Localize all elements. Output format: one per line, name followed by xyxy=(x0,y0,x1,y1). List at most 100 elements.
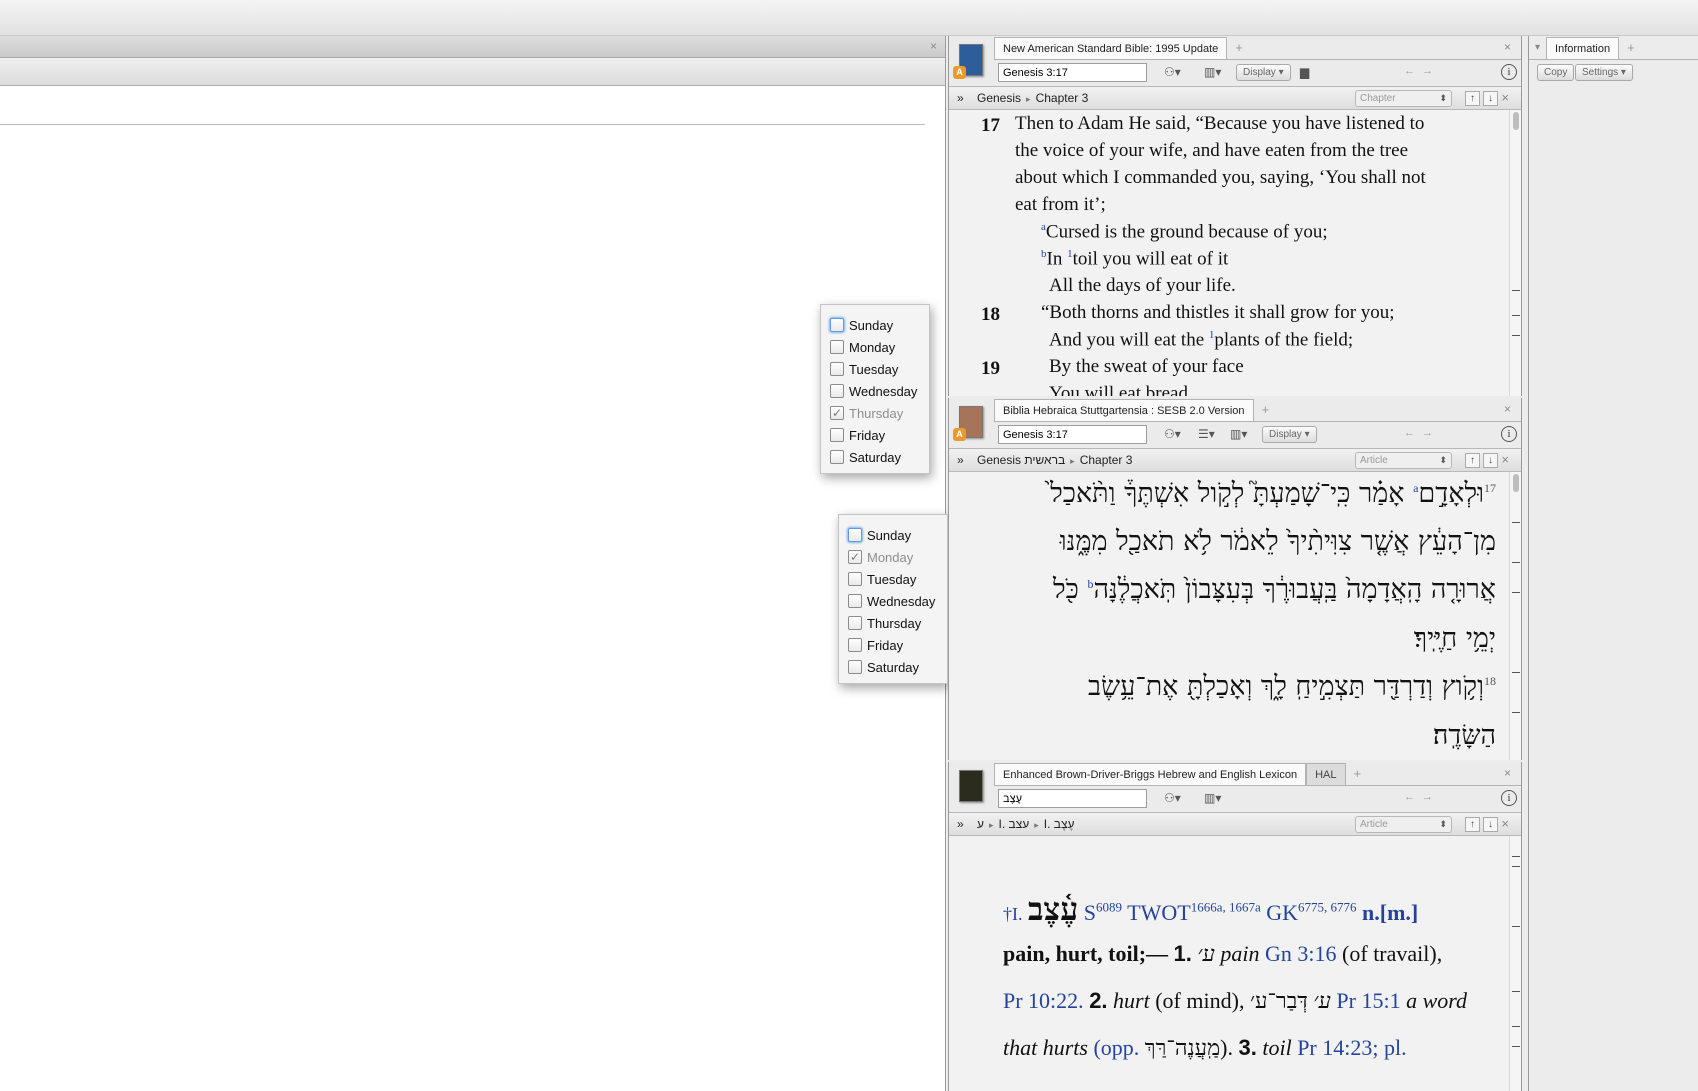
tab-bdb[interactable]: Enhanced Brown-Driver-Briggs Hebrew and … xyxy=(994,763,1307,785)
reference-link[interactable]: Gn 3:16 xyxy=(1265,941,1337,966)
audio-icon[interactable]: ▆ xyxy=(1300,63,1309,82)
checkbox-sunday[interactable]: Sunday xyxy=(848,524,947,546)
up-arrow-icon[interactable]: ↑ xyxy=(1465,453,1480,468)
display-button[interactable]: Display ▾ xyxy=(1236,64,1291,81)
reference-link[interactable]: Pr 10:22. xyxy=(1003,988,1084,1013)
reference-input[interactable] xyxy=(998,425,1147,444)
checkbox-box[interactable] xyxy=(830,362,844,376)
checkbox-box[interactable] xyxy=(830,384,844,398)
copy-button[interactable]: Copy xyxy=(1537,64,1575,81)
settings-button[interactable]: Settings ▾ xyxy=(1575,64,1633,81)
hebrew-word[interactable]: וּלְאָדָ֣ם xyxy=(1418,478,1484,509)
up-arrow-icon[interactable]: ↑ xyxy=(1465,817,1480,832)
menu-chevron-icon[interactable]: ▾ xyxy=(1529,37,1546,59)
checkbox-box[interactable] xyxy=(848,594,862,608)
back-icon[interactable]: ← xyxy=(1404,427,1415,439)
close-breadcrumb-icon[interactable]: × xyxy=(1501,87,1509,109)
expand-icon[interactable]: » xyxy=(957,813,964,835)
visual-filters-icon[interactable]: ⚇▾ xyxy=(1164,789,1181,808)
checkbox-saturday[interactable]: Saturday xyxy=(848,656,947,678)
checkbox-sunday[interactable]: Sunday xyxy=(830,314,929,336)
close-breadcrumb-icon[interactable]: × xyxy=(1501,813,1509,835)
expand-icon[interactable]: » xyxy=(957,87,964,109)
back-icon[interactable]: ← xyxy=(1404,65,1415,77)
down-arrow-icon[interactable]: ↓ xyxy=(1483,91,1498,106)
reference-input[interactable] xyxy=(998,789,1147,808)
add-tab-icon[interactable]: + xyxy=(1262,399,1270,421)
reference-input[interactable] xyxy=(998,63,1147,82)
breadcrumb-entry[interactable]: I. עֶצֶב xyxy=(1044,817,1075,831)
section-selector[interactable]: Chapter xyxy=(1355,90,1452,107)
checkbox-friday[interactable]: Friday xyxy=(830,424,929,446)
checkbox-box[interactable] xyxy=(830,340,844,354)
info-icon[interactable]: i xyxy=(1501,64,1517,80)
back-icon[interactable]: ← xyxy=(1404,791,1415,803)
breadcrumb-chapter[interactable]: Chapter 3 xyxy=(1036,91,1089,105)
add-tab-icon[interactable]: + xyxy=(1354,763,1362,785)
scroll-thumb[interactable] xyxy=(1513,112,1519,130)
tab-information[interactable]: Information xyxy=(1546,37,1620,59)
checkbox-box[interactable] xyxy=(830,450,844,464)
up-arrow-icon[interactable]: ↑ xyxy=(1465,91,1480,106)
scrollbar[interactable] xyxy=(1509,110,1521,396)
reference-link[interactable]: Pr 15:1 xyxy=(1336,988,1400,1013)
visual-filters-icon[interactable]: ⚇▾ xyxy=(1164,425,1181,444)
parallel-resources-icon[interactable]: ▥▾ xyxy=(1204,789,1221,808)
bdb-book-icon[interactable] xyxy=(959,770,983,802)
forward-icon[interactable]: → xyxy=(1422,791,1433,803)
tab-nasb[interactable]: New American Standard Bible: 1995 Update xyxy=(994,37,1228,59)
checkbox-wednesday[interactable]: Wednesday xyxy=(830,380,929,402)
checkbox-box[interactable] xyxy=(848,572,862,586)
section-selector[interactable]: Article xyxy=(1355,452,1452,469)
checkbox-box[interactable] xyxy=(848,638,862,652)
checkbox-box[interactable] xyxy=(848,660,862,674)
close-breadcrumb-icon[interactable]: × xyxy=(1501,449,1509,471)
expand-icon[interactable]: » xyxy=(957,449,964,471)
down-arrow-icon[interactable]: ↓ xyxy=(1483,817,1498,832)
breadcrumb-book[interactable]: Genesis בראשית xyxy=(977,453,1065,467)
section-selector[interactable]: Article xyxy=(1355,816,1452,833)
checkbox-thursday[interactable]: ✓ Thursday xyxy=(830,402,929,424)
checkbox-thursday[interactable]: Thursday xyxy=(848,612,947,634)
reference-link[interactable]: Pr 14:23; xyxy=(1297,1035,1378,1060)
breadcrumb-chapter[interactable]: Chapter 3 xyxy=(1080,453,1133,467)
forward-icon[interactable]: → xyxy=(1422,65,1433,77)
tab-bhs[interactable]: Biblia Hebraica Stuttgartensia : SESB 2.… xyxy=(994,399,1254,421)
checkmark-icon[interactable]: ✓ xyxy=(830,406,844,420)
scrollbar[interactable] xyxy=(1509,836,1521,1091)
twot-link[interactable]: TWOT1666a, 1667a xyxy=(1127,900,1261,925)
display-button[interactable]: Display ▾ xyxy=(1262,426,1317,443)
scrollbar[interactable] xyxy=(1509,472,1521,760)
breadcrumb-root[interactable]: I. עצב xyxy=(999,817,1030,831)
parallel-resources-icon[interactable]: ▥▾ xyxy=(1230,425,1247,444)
info-icon[interactable]: i xyxy=(1501,790,1517,806)
breadcrumb-book[interactable]: Genesis xyxy=(977,91,1021,105)
info-icon[interactable]: i xyxy=(1501,426,1517,442)
checkbox-saturday[interactable]: Saturday xyxy=(830,446,929,468)
checkbox-wednesday[interactable]: Wednesday xyxy=(848,590,947,612)
parallel-resources-icon[interactable]: ▥▾ xyxy=(1204,63,1221,82)
forward-icon[interactable]: → xyxy=(1422,427,1433,439)
checkbox-box[interactable] xyxy=(830,318,844,332)
gk-link[interactable]: GK6775, 6776 xyxy=(1266,900,1356,925)
panel-close-icon[interactable]: × xyxy=(1504,402,1511,416)
strongs-link[interactable]: S6089 xyxy=(1084,900,1122,925)
breadcrumb-letter[interactable]: ע xyxy=(977,817,984,831)
add-tab-icon[interactable]: + xyxy=(1235,37,1243,59)
checkbox-friday[interactable]: Friday xyxy=(848,634,947,656)
checkbox-box[interactable] xyxy=(848,616,862,630)
left-pane-close-icon[interactable]: × xyxy=(930,39,937,53)
tab-hal[interactable]: HAL xyxy=(1306,763,1346,785)
add-tab-icon[interactable]: + xyxy=(1627,37,1635,59)
checkbox-monday[interactable]: ✓ Monday xyxy=(848,546,947,568)
checkbox-box[interactable] xyxy=(848,528,862,542)
interlinear-icon[interactable]: ☰▾ xyxy=(1198,425,1215,444)
down-arrow-icon[interactable]: ↓ xyxy=(1483,453,1498,468)
checkmark-icon[interactable]: ✓ xyxy=(848,550,862,564)
checkbox-tuesday[interactable]: Tuesday xyxy=(848,568,947,590)
scroll-thumb[interactable] xyxy=(1513,474,1519,492)
checkbox-monday[interactable]: Monday xyxy=(830,336,929,358)
panel-close-icon[interactable]: × xyxy=(1504,766,1511,780)
checkbox-box[interactable] xyxy=(830,428,844,442)
panel-close-icon[interactable]: × xyxy=(1504,40,1511,54)
